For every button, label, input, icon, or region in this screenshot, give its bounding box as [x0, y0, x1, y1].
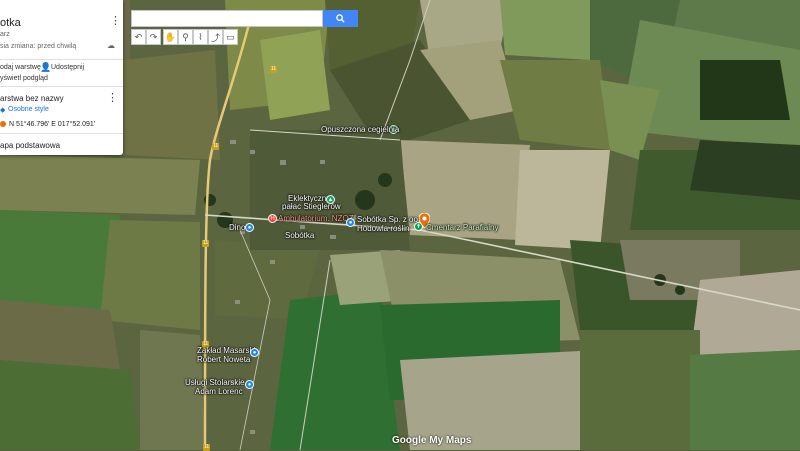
poi-dino-pin-icon[interactable]: ● — [245, 223, 254, 232]
base-map-toggle[interactable]: apa podstawowa — [0, 141, 60, 150]
poi-farm-pin-icon[interactable]: ● — [346, 218, 355, 227]
placemark-item[interactable]: N 51°46.796' E 017°52.091' — [9, 121, 95, 128]
map-title[interactable]: otka — [0, 17, 21, 29]
cloud-save-icon: ☁ — [107, 41, 115, 50]
search-icon — [336, 14, 345, 23]
layer-style-link[interactable]: Osobne style — [8, 106, 49, 113]
directions-icon: ⤴ — [210, 32, 220, 43]
map-description[interactable]: arz — [0, 31, 10, 38]
google-my-maps-logo: Google My Maps — [392, 435, 472, 446]
layer-title[interactable]: arstwa bez nazwy — [0, 94, 64, 103]
draw-line-icon: ⌇ — [198, 31, 203, 42]
road-shield: 11 — [270, 66, 278, 73]
poi-label-clinic[interactable]: Ambulatorium. NZOZ — [278, 214, 354, 223]
add-marker-button[interactable]: ⚲ — [178, 29, 193, 45]
poi-carpenter-pin-icon[interactable]: ● — [245, 380, 254, 389]
poi-label-cemetery[interactable]: Cmentarz Parafialny — [426, 223, 498, 232]
ruler-icon: ▭ — [226, 31, 235, 42]
poi-label-carpenter-line2[interactable]: Adam Lorenc — [195, 387, 243, 396]
measure-button[interactable]: ▭ — [223, 29, 238, 45]
poi-label-ruins[interactable]: Opuszczona cegielnia — [321, 125, 399, 134]
redo-icon: ↷ — [149, 31, 158, 42]
layer-options-kebab-icon[interactable]: ⋮ — [107, 93, 118, 104]
placemark-icon — [0, 121, 6, 127]
preview-button[interactable]: yświetl podgląd — [0, 75, 48, 82]
map-legend-panel: otka arz sia zmiana: przed chwilą ⋮ ☁ od… — [0, 0, 123, 155]
pan-hand-button[interactable]: ✋ — [163, 29, 178, 45]
poi-palace-pin-icon[interactable]: ▲ — [326, 195, 335, 204]
draw-line-button[interactable]: ⌇ — [193, 29, 208, 45]
poi-clinic-pin-icon[interactable]: H — [268, 214, 277, 223]
undo-button[interactable]: ↶ — [131, 29, 146, 45]
road-shield: 11 — [212, 143, 220, 150]
poi-label-dino[interactable]: Dino — [229, 223, 245, 232]
add-person-icon: 👤 — [40, 62, 52, 72]
poi-label-farm-line2[interactable]: Hodowla roślin — [357, 224, 409, 233]
poi-label-meat-line2[interactable]: Robert Noweta — [197, 355, 250, 364]
add-layer-button[interactable]: odaj warstwę — [0, 64, 41, 71]
redo-button[interactable]: ↷ — [146, 29, 161, 45]
search-button[interactable] — [323, 10, 358, 27]
search-input[interactable] — [131, 10, 323, 27]
directions-button[interactable]: ⤴ — [208, 29, 223, 45]
road-shield: 11 — [202, 240, 210, 247]
hand-icon: ✋ — [164, 31, 177, 42]
poi-label-palace-line2[interactable]: pałac Stieglerów — [282, 202, 341, 211]
village-label: Sobótka — [285, 231, 315, 240]
share-button[interactable]: Udostępnij — [51, 64, 84, 71]
map-options-kebab-icon[interactable]: ⋮ — [110, 16, 121, 27]
style-icon: ◆ — [0, 107, 6, 114]
poi-meat-pin-icon[interactable]: ● — [250, 348, 259, 357]
marker-icon: ⚲ — [182, 31, 189, 42]
undo-icon: ↶ — [134, 31, 143, 42]
last-edit-status: sia zmiana: przed chwilą — [0, 43, 77, 50]
